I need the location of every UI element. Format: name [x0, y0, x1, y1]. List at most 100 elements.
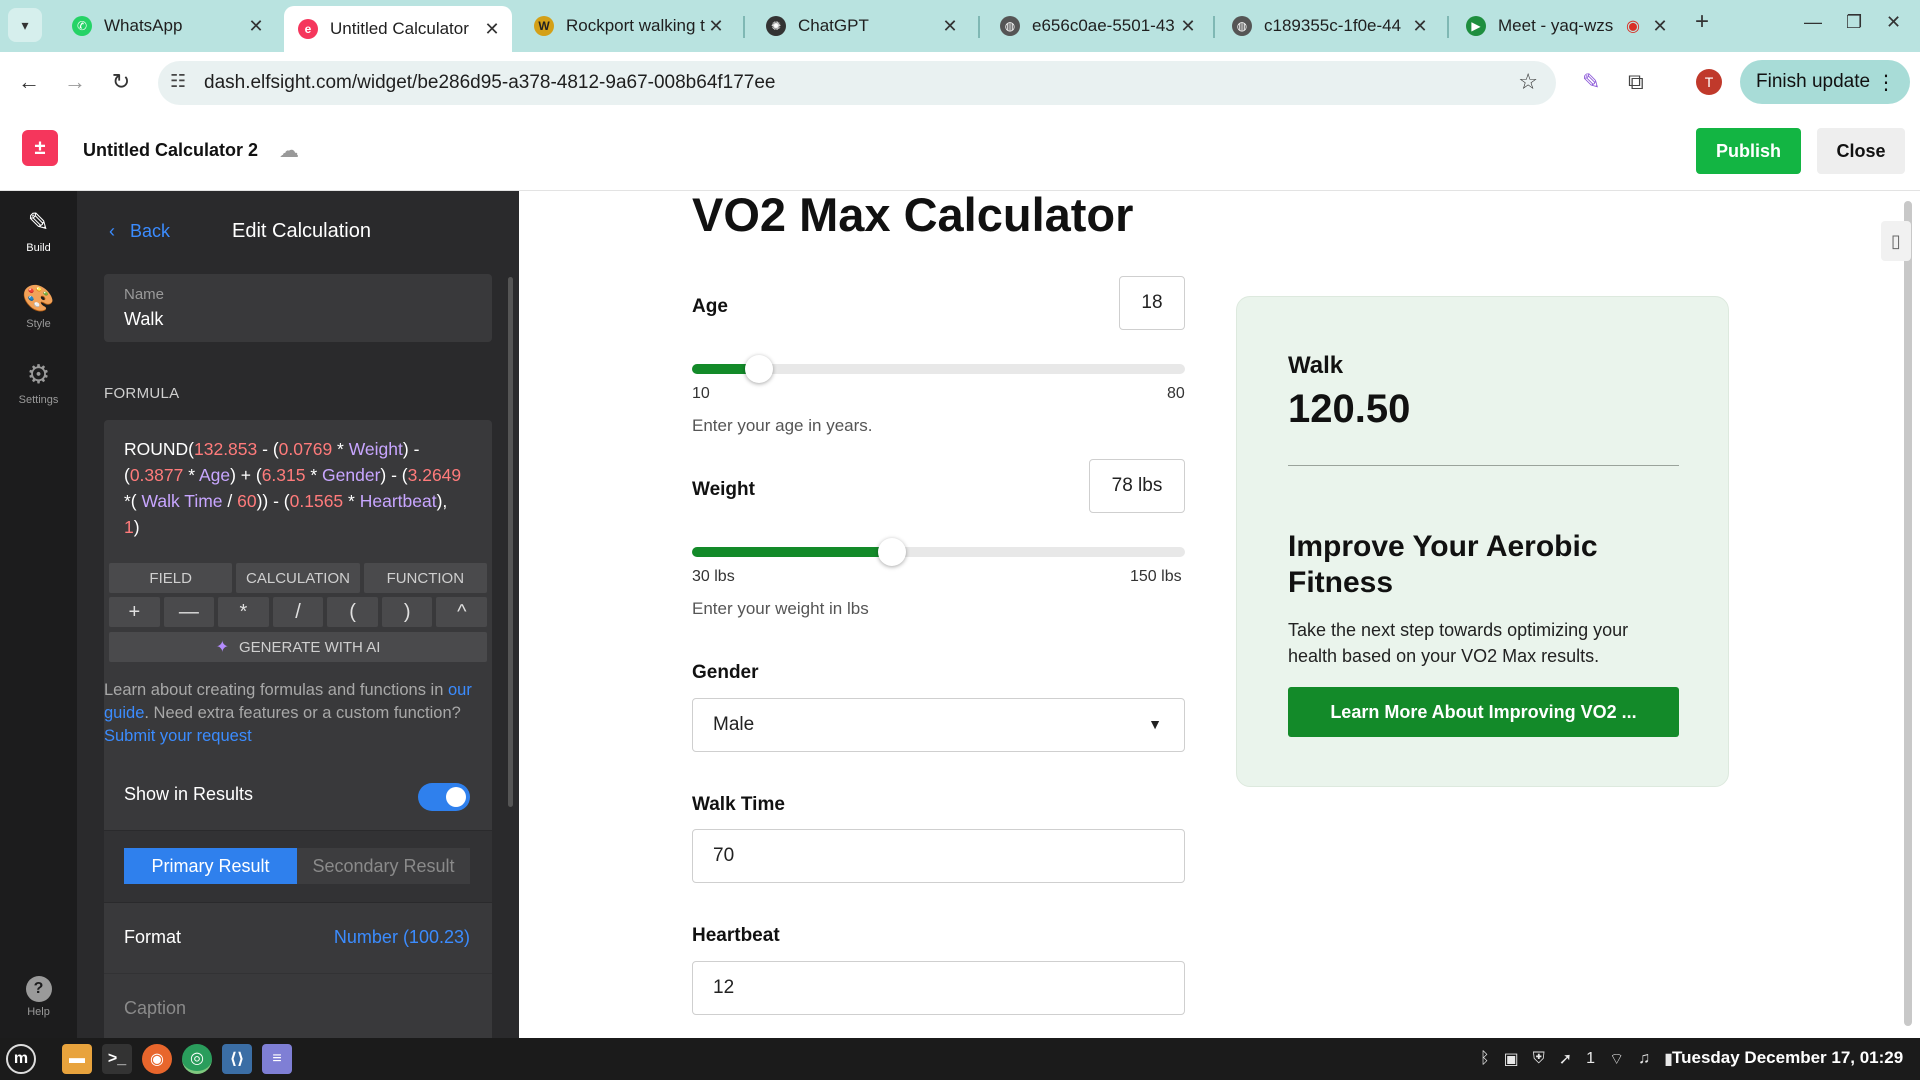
format-value[interactable]: Number (100.23)	[334, 927, 470, 948]
back-link[interactable]: ‹ Back	[109, 221, 170, 242]
show-in-results-toggle[interactable]	[418, 783, 470, 811]
caption-row[interactable]: Caption	[104, 974, 492, 1038]
formula-field: Heartbeat	[359, 491, 437, 511]
window-close-icon[interactable]: ✕	[1886, 12, 1901, 33]
rail-build[interactable]: ✎ Build	[0, 207, 77, 254]
field-tab[interactable]: FIELD	[109, 563, 233, 593]
folder-icon[interactable]: ▬	[62, 1044, 92, 1074]
reload-icon[interactable]: ↻	[106, 67, 136, 97]
formula-token: *	[305, 465, 323, 485]
name-field-value[interactable]: Walk	[124, 309, 163, 330]
generate-with-ai-button[interactable]: ✦ GENERATE WITH AI	[109, 632, 487, 662]
tab-search-button[interactable]: ▾	[8, 8, 42, 42]
chrome-icon[interactable]: ◎	[182, 1044, 212, 1074]
format-row[interactable]: Format Number (100.23)	[104, 902, 492, 973]
close-icon[interactable]: ✕	[246, 16, 266, 37]
formula-number: 6.315	[261, 465, 306, 485]
shield-icon[interactable]: ⛨	[1533, 1050, 1545, 1068]
tab-meet[interactable]: ▶ Meet - yaq-wzs ◉ ✕	[1452, 6, 1680, 46]
weight-input[interactable]: 78 lbs	[1089, 459, 1185, 513]
minimize-icon[interactable]: —	[1804, 12, 1822, 33]
tab-untitled-calculator[interactable]: e Untitled Calculator ✕	[284, 6, 512, 52]
finish-update-button[interactable]: Finish update ⋮	[1740, 60, 1910, 104]
recording-icon: ◉	[1626, 18, 1640, 35]
formula-token: *	[332, 439, 349, 459]
result-divider	[1288, 465, 1679, 466]
age-max-label: 80	[1167, 385, 1185, 402]
tab-chatgpt[interactable]: ✺ ChatGPT ✕	[752, 6, 970, 46]
power-button[interactable]: ^	[436, 597, 488, 627]
clock[interactable]: Tuesday December 17, 01:29	[1672, 1048, 1903, 1068]
close-icon[interactable]: ✕	[1650, 16, 1670, 37]
formula-number: 60	[237, 491, 257, 511]
age-slider[interactable]	[692, 355, 1185, 383]
formula-text[interactable]: ROUND(132.853 - (0.0769 * Weight) - (0.3…	[124, 436, 464, 540]
close-icon[interactable]: ✕	[706, 16, 726, 37]
tab-whatsapp[interactable]: ✆ WhatsApp ✕	[58, 6, 276, 46]
tab-c189[interactable]: ◍ c189355c-1f0e-44 ✕	[1218, 6, 1440, 46]
panel-scrollbar[interactable]	[508, 277, 513, 807]
age-input[interactable]: 18	[1119, 276, 1185, 330]
heartbeat-input[interactable]: 12	[692, 961, 1185, 1015]
terminal-icon[interactable]: >_	[102, 1044, 132, 1074]
clipboard-icon[interactable]: ▣	[1504, 1049, 1519, 1069]
formula-token: ROUND(	[124, 439, 194, 459]
bluetooth-icon[interactable]: ᛒ	[1480, 1050, 1490, 1068]
browser-toolbar: ← → ↻ ☷ dash.elfsight.com/widget/be286d9…	[0, 52, 1920, 112]
gear-icon: ⚙	[26, 359, 51, 389]
restore-icon[interactable]: ❐	[1846, 12, 1862, 33]
age-slider-thumb[interactable]	[745, 355, 773, 383]
weight-slider[interactable]	[692, 538, 1185, 566]
close-icon[interactable]: ✕	[1410, 16, 1430, 37]
wifi-icon[interactable]: ⌔	[1609, 1049, 1624, 1069]
close-icon[interactable]: ✕	[1178, 16, 1198, 37]
preview-scrollbar[interactable]	[1904, 201, 1912, 1026]
learn-more-button[interactable]: Learn More About Improving VO2 ...	[1288, 687, 1679, 737]
bookmark-star-icon[interactable]: ☆	[1518, 69, 1538, 95]
open-paren-button[interactable]: (	[327, 597, 378, 627]
calculation-tab[interactable]: CALCULATION	[236, 563, 360, 593]
tab-rockport[interactable]: W Rockport walking t ✕	[520, 6, 736, 46]
back-arrow-icon[interactable]: ←	[14, 67, 44, 97]
submit-request-link[interactable]: Submit your request	[104, 727, 252, 745]
text-editor-icon[interactable]: ≡	[262, 1044, 292, 1074]
divide-button[interactable]: /	[272, 597, 324, 627]
address-bar[interactable]: ☷ dash.elfsight.com/widget/be286d95-a378…	[158, 61, 1556, 105]
name-field[interactable]: Name Walk	[104, 274, 492, 342]
close-paren-button[interactable]: )	[381, 597, 433, 627]
music-icon[interactable]: ♫	[1638, 1050, 1650, 1068]
publish-button[interactable]: Publish	[1696, 128, 1801, 174]
primary-result-button[interactable]: Primary Result	[124, 848, 297, 884]
formula-token: )	[133, 517, 140, 537]
close-icon[interactable]: ✕	[940, 16, 960, 37]
tab-separator	[978, 16, 980, 38]
profile-avatar[interactable]: T	[1696, 69, 1722, 95]
widget-title[interactable]: Untitled Calculator 2	[83, 140, 258, 161]
mobile-preview-icon[interactable]: ▯	[1881, 221, 1911, 261]
tab-e656[interactable]: ◍ e656c0ae-5501-43 ✕	[986, 6, 1208, 46]
app-header: ± Untitled Calculator 2 ☁ Publish Close	[0, 112, 1920, 191]
plus-button[interactable]: +	[109, 597, 160, 627]
walk-time-input[interactable]: 70	[692, 829, 1185, 883]
url-text[interactable]: dash.elfsight.com/widget/be286d95-a378-4…	[204, 72, 776, 94]
secondary-result-button[interactable]: Secondary Result	[297, 848, 470, 884]
function-tab[interactable]: FUNCTION	[363, 563, 487, 593]
site-info-icon[interactable]: ☷	[170, 71, 186, 92]
close-button[interactable]: Close	[1817, 128, 1905, 174]
multiply-button[interactable]: *	[218, 597, 269, 627]
firefox-icon[interactable]: ◉	[142, 1044, 172, 1074]
minus-button[interactable]: —	[163, 597, 215, 627]
pen-extension-icon[interactable]: ✎	[1582, 69, 1600, 95]
close-icon[interactable]: ✕	[482, 19, 502, 40]
new-tab-button[interactable]: +	[1695, 8, 1709, 36]
rail-help[interactable]: ? Help	[0, 976, 77, 1018]
gender-select[interactable]: Male ▼	[692, 698, 1185, 752]
rail-style[interactable]: 🎨 Style	[0, 283, 77, 330]
mint-menu-icon[interactable]: m	[6, 1044, 36, 1074]
rail-settings[interactable]: ⚙ Settings	[0, 359, 77, 406]
weight-slider-thumb[interactable]	[878, 538, 906, 566]
extensions-puzzle-icon[interactable]: ⧉	[1628, 69, 1644, 95]
update-icon[interactable]: ➚	[1559, 1049, 1572, 1069]
vscode-icon[interactable]: ⟨⟩	[222, 1044, 252, 1074]
forward-arrow-icon[interactable]: →	[60, 67, 90, 97]
